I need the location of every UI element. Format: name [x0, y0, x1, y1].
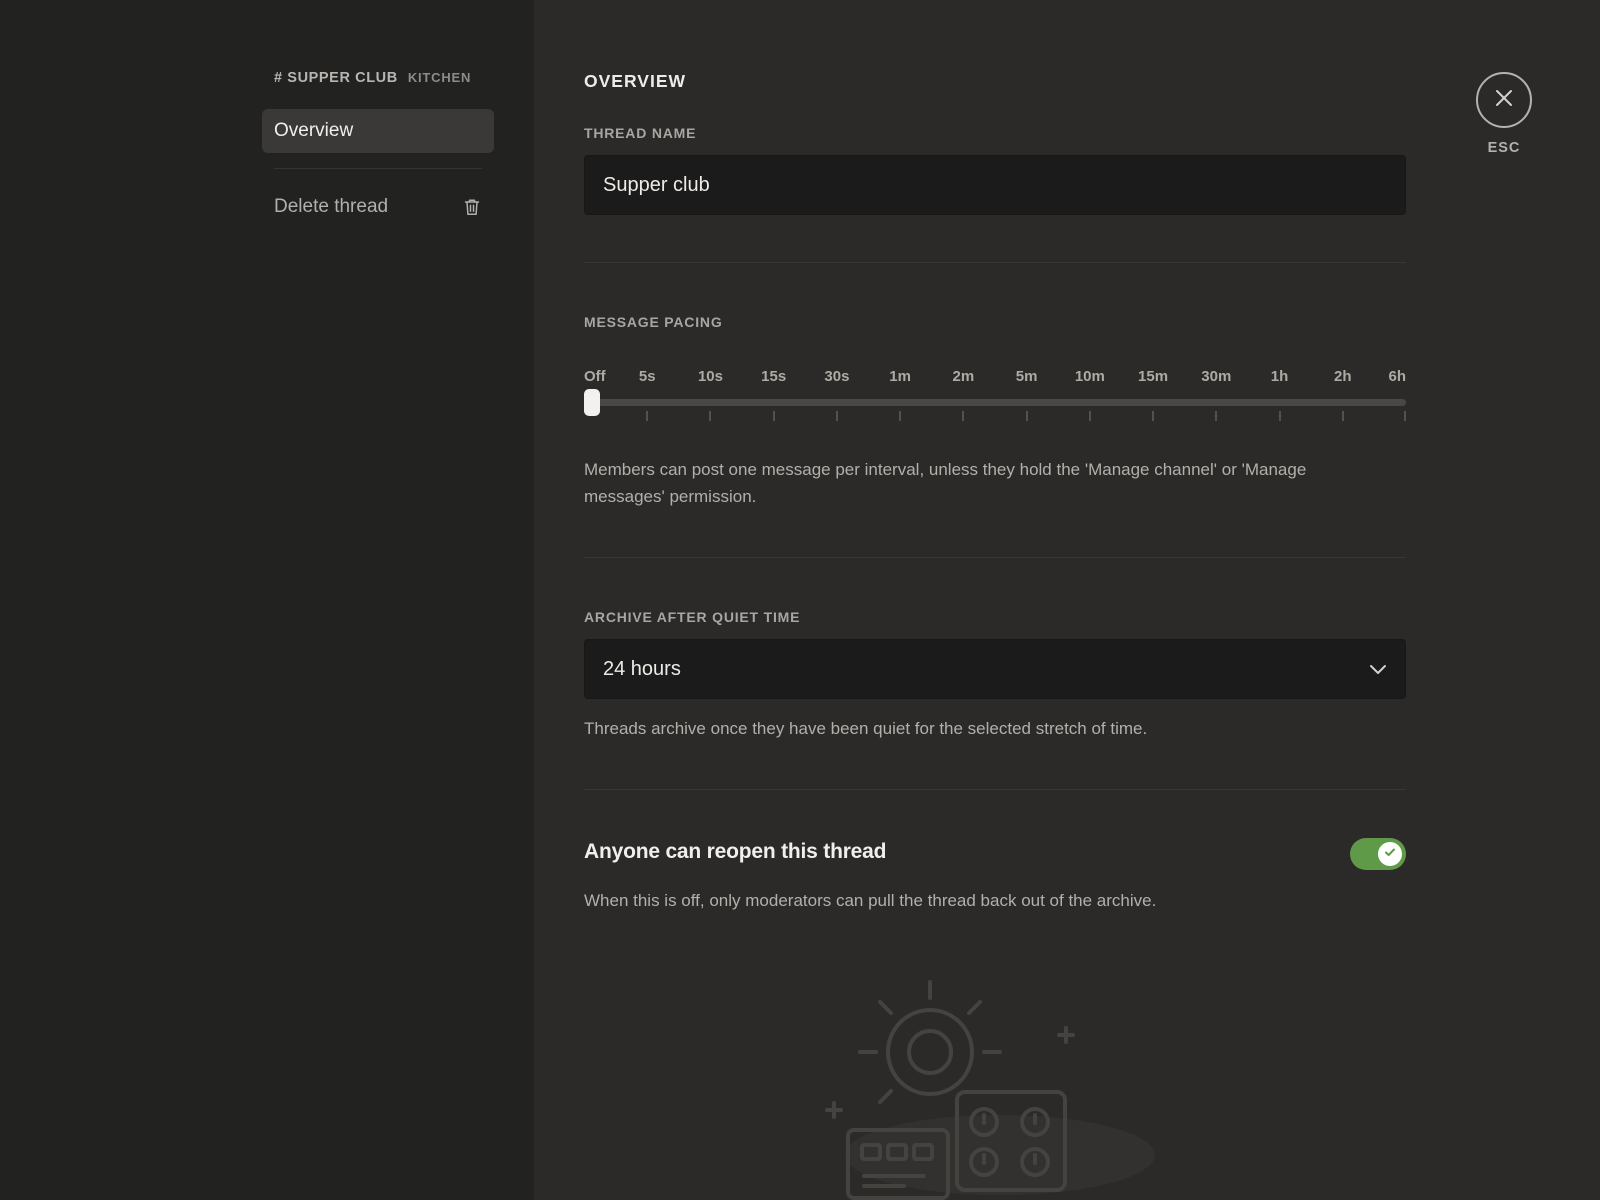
chevron-down-icon	[1369, 658, 1387, 681]
page-title: OVERVIEW	[584, 71, 687, 91]
pacing-tick-label[interactable]: 30s	[824, 368, 849, 385]
pacing-tick-label[interactable]: 1m	[889, 368, 911, 385]
pacing-tick-mark	[646, 411, 649, 421]
message-pacing-help: Members can post one message per interva…	[584, 460, 1307, 506]
reopen-help: When this is off, only moderators can pu…	[584, 891, 1157, 910]
pacing-tick-mark	[1152, 411, 1155, 421]
archive-duration-select[interactable]: 24 hours	[584, 639, 1406, 699]
archive-label: ARCHIVE AFTER QUIET TIME	[584, 609, 801, 625]
thread-name-label: THREAD NAME	[584, 125, 697, 141]
pacing-tick-label[interactable]: 10m	[1075, 368, 1105, 385]
thread-name-input[interactable]	[584, 155, 1406, 215]
reopen-toggle[interactable]	[1350, 838, 1406, 870]
pacing-tick-label[interactable]: 2m	[953, 368, 975, 385]
delete-thread-button[interactable]: Delete thread	[262, 191, 494, 223]
message-pacing-label: MESSAGE PACING	[584, 314, 723, 330]
close-icon	[1495, 89, 1513, 112]
pacing-tick-label[interactable]: 1h	[1271, 368, 1289, 385]
stove-illustration	[820, 970, 1170, 1200]
pacing-tick-label[interactable]: 5s	[639, 368, 656, 385]
pacing-tick-label[interactable]: 10s	[698, 368, 723, 385]
pacing-slider-handle[interactable]	[584, 389, 600, 416]
pacing-tick-mark	[1341, 411, 1344, 421]
sidebar-nav: # SUPPER CLUB KITCHEN Overview Delete th…	[262, 70, 494, 223]
pacing-tick-label[interactable]: 30m	[1201, 368, 1231, 385]
close-button[interactable]	[1476, 72, 1532, 128]
pacing-tick-label[interactable]: 15m	[1138, 368, 1168, 385]
pacing-tick-label[interactable]: 5m	[1016, 368, 1038, 385]
pacing-tick-label[interactable]: 2h	[1334, 368, 1352, 385]
pacing-slider-track[interactable]	[584, 399, 1406, 406]
channel-name: # SUPPER CLUB	[274, 70, 398, 86]
close-control: ESC	[1476, 72, 1532, 156]
toggle-knob	[1378, 842, 1402, 866]
pacing-tick-mark	[835, 411, 838, 421]
archive-selected-value: 24 hours	[603, 657, 681, 680]
pacing-tick-label[interactable]: 15s	[761, 368, 786, 385]
sidebar-item-label: Overview	[274, 120, 354, 141]
section-divider	[584, 557, 1406, 558]
pacing-tick-mark	[772, 411, 775, 421]
pacing-tick-mark	[899, 411, 902, 421]
sidebar-header: # SUPPER CLUB KITCHEN	[262, 70, 494, 92]
delete-thread-label: Delete thread	[274, 196, 389, 217]
pacing-tick-label[interactable]: 6h	[1388, 368, 1406, 385]
section-divider	[584, 789, 1406, 790]
pacing-tick-mark	[962, 411, 965, 421]
archive-help: Threads archive once they have been quie…	[584, 719, 1148, 738]
trash-icon	[464, 198, 480, 216]
sidebar-divider	[274, 168, 482, 169]
settings-sidebar: # SUPPER CLUB KITCHEN Overview Delete th…	[0, 0, 534, 1200]
pacing-tick-mark	[1088, 411, 1091, 421]
pacing-tick-mark	[1404, 411, 1406, 421]
reopen-setting-title: Anyone can reopen this thread	[584, 840, 887, 863]
pacing-tick-mark	[709, 411, 712, 421]
pacing-tick-mark	[1278, 411, 1281, 421]
category-name: KITCHEN	[407, 70, 472, 85]
pacing-tick-marks	[584, 411, 1406, 421]
pacing-tick-mark	[1215, 411, 1218, 421]
pacing-tick-label[interactable]: Off	[584, 368, 606, 385]
check-icon	[1383, 845, 1397, 864]
pacing-tick-mark	[1025, 411, 1028, 421]
pacing-tick-labels: Off 5s 10s 15s 30s 1m 2m 5m 10m 15m 30m 1h 2h 6h	[584, 368, 1406, 388]
section-divider	[584, 262, 1406, 263]
sidebar-item-overview[interactable]: Overview	[262, 109, 494, 153]
esc-label: ESC	[1487, 140, 1521, 156]
